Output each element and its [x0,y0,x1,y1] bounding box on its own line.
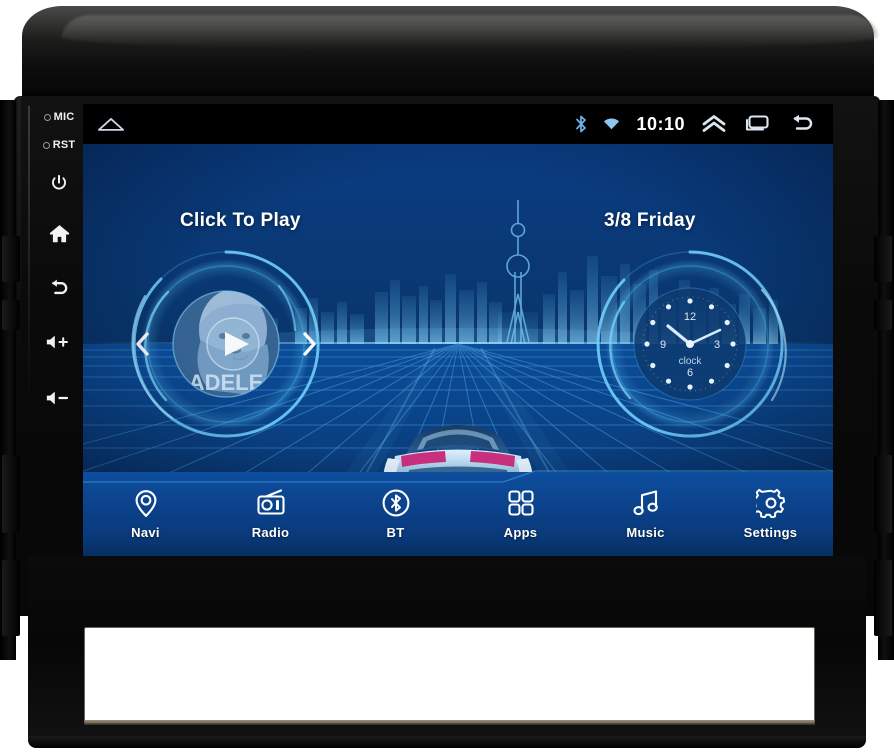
power-icon [52,174,66,190]
clock-widget-date[interactable]: 3/8 Friday [604,210,696,232]
dock-label-bt: BT [386,525,405,540]
wifi-status-icon [603,117,620,131]
reset-button[interactable]: RST [34,130,84,160]
volume-up-button[interactable] [34,314,84,370]
back-hardkey[interactable] [34,260,84,314]
din-slot-opening [84,627,815,724]
dock-label-settings: Settings [743,525,798,540]
status-bar: 10:10 [83,104,833,144]
back-arrow-icon [793,114,813,130]
mount-tab-left-lower [2,455,20,533]
bluetooth-status-icon [575,115,587,133]
bluetooth-circle-icon [382,489,409,517]
hard-key-column: MIC RST [28,104,84,464]
recents-button[interactable] [743,114,771,134]
reset-label: RST [52,139,76,151]
dock-label-music: Music [626,525,665,540]
mount-tab-left-upper [2,236,20,282]
music-note-icon [632,490,658,516]
radio-icon [256,489,285,515]
head-unit-device: MIC RST 10:10 Click To Play 3/8 Friday N… [0,0,894,756]
din-slot-label [85,628,814,723]
dock-label-navi: Navi [131,525,160,540]
power-button[interactable] [34,160,84,206]
status-back-button[interactable] [787,114,815,134]
dock-item-navi[interactable]: Navi [83,488,208,540]
chassis-bottom-lip [28,736,866,748]
dock-label-radio: Radio [251,525,290,540]
gear-icon [755,488,785,518]
microphone-indicator-icon [43,113,51,121]
dock-divider [83,470,833,483]
home-wallpaper: ADELE [83,144,833,556]
mount-tab-right-lower [874,455,892,533]
dock-item-bt[interactable]: BT [333,488,458,540]
dock-item-music[interactable]: Music [583,488,708,540]
status-home-button[interactable] [97,116,125,132]
home-icon [97,118,125,131]
mount-tab-right-mid [874,300,892,330]
touchscreen[interactable]: 10:10 Click To Play 3/8 Friday Navi Radi… [83,104,833,556]
dock-label-apps: Apps [503,525,538,540]
volume-up-icon [46,335,68,349]
volume-down-icon [46,391,69,405]
back-arrow-icon [51,279,67,294]
dock-item-apps[interactable]: Apps [458,488,583,540]
chevron-up-icon [702,115,726,132]
expand-status-button[interactable] [701,114,727,134]
wifi-icon [604,118,620,130]
apps-grid-icon [507,490,534,516]
mount-tab-right-bottom [874,560,892,636]
mic-label: MIC [53,111,75,123]
music-widget-title[interactable]: Click To Play [180,210,301,232]
mount-tab-left-mid [2,300,20,330]
mic-indicator: MIC [34,104,84,130]
home-hardkey[interactable] [34,206,84,260]
status-clock: 10:10 [636,113,685,134]
bluetooth-icon [576,115,587,133]
map-pin-icon [135,490,156,518]
app-dock: Navi Radio BT Apps Music Settings [83,470,833,556]
hood-gloss-highlight [62,15,878,49]
recents-icon [745,115,769,131]
reset-pinhole-icon [42,141,50,149]
home-icon [49,224,69,242]
volume-down-button[interactable] [34,370,84,426]
din-slot-bottom-edge [84,720,815,725]
dock-item-radio[interactable]: Radio [208,488,333,540]
bezel-groove [28,106,30,406]
dock-item-settings[interactable]: Settings [708,488,833,540]
mount-tab-left-bottom [2,560,20,636]
mount-tab-right-upper [874,236,892,282]
